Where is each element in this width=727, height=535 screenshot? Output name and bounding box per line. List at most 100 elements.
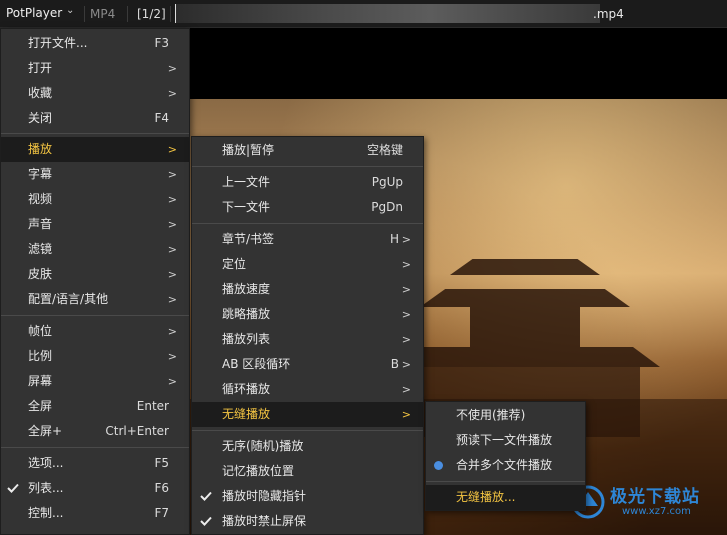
menu-item-label: 收藏 [28, 86, 53, 100]
app-menu-button[interactable]: PotPlayer [6, 6, 62, 20]
main-menu-item-18[interactable]: 控制... F7 [1, 501, 189, 526]
play-menu-item-9[interactable]: 循环播放 > [192, 377, 423, 402]
menu-item-shortcut: F3 [154, 36, 169, 50]
main-menu-item-11[interactable]: 帧位 > [1, 319, 189, 344]
menu-item-label: 定位 [222, 257, 247, 271]
main-menu-item-0[interactable]: 打开文件... F3 [1, 31, 189, 56]
play-menu-item-3[interactable]: 章节/书签 H > [192, 227, 423, 252]
menu-item-label: 皮肤 [28, 267, 53, 281]
menu-separator [1, 447, 189, 448]
menu-separator [1, 133, 189, 134]
watermark-url: www.xz7.com [622, 506, 691, 517]
main-menu-item-13[interactable]: 屏幕 > [1, 369, 189, 394]
submenu-arrow-icon: > [167, 325, 177, 338]
main-menu-item-7[interactable]: 声音 > [1, 212, 189, 237]
submenu-arrow-icon: > [167, 243, 177, 256]
submenu-arrow-icon: > [167, 293, 177, 306]
submenu-arrow-icon: > [167, 62, 177, 75]
menu-item-label: 关闭 [28, 111, 53, 125]
menu-item-label: 选项... [28, 456, 64, 470]
main-menu-item-17[interactable]: 列表... F6 [1, 476, 189, 501]
playlist-position: [1/2] [137, 7, 166, 21]
play-menu-item-13[interactable]: 播放时隐藏指针 [192, 484, 423, 509]
menu-item-shortcut: F4 [154, 111, 169, 125]
submenu-arrow-icon: > [167, 193, 177, 206]
submenu-arrow-icon: > [167, 350, 177, 363]
play-menu-item-6[interactable]: 跳略播放 > [192, 302, 423, 327]
submenu-arrow-icon: > [401, 283, 411, 296]
play-menu-item-0[interactable]: 播放|暂停 空格键 [192, 138, 423, 163]
menu-item-label: 列表... [28, 481, 64, 495]
menu-item-label: 播放时隐藏指针 [222, 489, 307, 503]
play-menu-item-14[interactable]: 播放时禁止屏保 [192, 509, 423, 534]
menu-item-label: 合并多个文件播放 [456, 458, 553, 472]
submenu-arrow-icon: > [167, 375, 177, 388]
menu-item-label: 下一文件 [222, 200, 271, 214]
seamless-menu-item-1[interactable]: 预读下一文件播放 [426, 428, 585, 453]
play-menu-item-10[interactable]: 无缝播放 > [192, 402, 423, 427]
menu-item-label: 帧位 [28, 324, 53, 338]
menu-item-label: 打开 [28, 61, 53, 75]
play-menu-item-8[interactable]: AB 区段循环 B > [192, 352, 423, 377]
main-menu-item-3[interactable]: 关闭 F4 [1, 106, 189, 131]
menu-item-label: AB 区段循环 [222, 357, 291, 371]
submenu-arrow-icon: > [167, 87, 177, 100]
play-menu-item-12[interactable]: 记忆播放位置 [192, 459, 423, 484]
seamless-menu-item-0[interactable]: 不使用(推荐) [426, 403, 585, 428]
play-menu-item-1[interactable]: 上一文件 PgUp [192, 170, 423, 195]
main-menu-item-4[interactable]: 播放 > [1, 137, 189, 162]
menu-item-label: 无序(随机)播放 [222, 439, 304, 453]
seamless-menu-item-2[interactable]: 合并多个文件播放 [426, 453, 585, 478]
main-menu-item-12[interactable]: 比例 > [1, 344, 189, 369]
main-menu-item-6[interactable]: 视频 > [1, 187, 189, 212]
main-menu-item-8[interactable]: 滤镜 > [1, 237, 189, 262]
menu-item-shortcut: Enter [136, 399, 169, 413]
main-menu-item-15[interactable]: 全屏+ Ctrl+Enter [1, 419, 189, 444]
menu-item-label: 视频 [28, 192, 53, 206]
submenu-arrow-icon: > [401, 383, 411, 396]
menu-item-shortcut: 空格键 [366, 143, 403, 157]
main-context-menu: 打开文件... F3 打开 > 收藏 > 关闭 F4 播放 > 字幕 > 视频 > 声音 > 滤镜 > 皮肤 > 配置/… [0, 28, 190, 535]
menu-item-label: 预读下一文件播放 [456, 433, 553, 447]
title-cursor [175, 4, 176, 23]
main-menu-item-9[interactable]: 皮肤 > [1, 262, 189, 287]
play-menu-item-4[interactable]: 定位 > [192, 252, 423, 277]
menu-item-label: 播放列表 [222, 332, 271, 346]
menu-separator [1, 315, 189, 316]
submenu-arrow-icon: > [401, 358, 411, 371]
main-menu-item-10[interactable]: 配置/语言/其他 > [1, 287, 189, 312]
play-submenu: 播放|暂停 空格键 上一文件 PgUp 下一文件 PgDn 章节/书签 H > 定位 > 播放速度 > 跳… [191, 136, 424, 535]
menu-item-shortcut: F5 [154, 456, 169, 470]
title-bar: PotPlayer ⌄ MP4 [1/2] .mp4 [0, 0, 727, 28]
play-menu-item-7[interactable]: 播放列表 > [192, 327, 423, 352]
menu-item-label: 屏幕 [28, 374, 53, 388]
menu-item-label: 记忆播放位置 [222, 464, 295, 478]
menu-item-label: 打开文件... [28, 36, 88, 50]
play-menu-item-2[interactable]: 下一文件 PgDn [192, 195, 423, 220]
menu-item-label: 跳略播放 [222, 307, 271, 321]
menu-item-label: 章节/书签 [222, 232, 275, 246]
file-name-redacted [176, 4, 600, 23]
main-menu-item-16[interactable]: 选项... F5 [1, 451, 189, 476]
menu-item-label: 不使用(推荐) [456, 408, 526, 422]
menu-item-label: 字幕 [28, 167, 53, 181]
main-menu-item-14[interactable]: 全屏 Enter [1, 394, 189, 419]
menu-item-shortcut: H [389, 232, 399, 246]
submenu-arrow-icon: > [401, 258, 411, 271]
main-menu-item-2[interactable]: 收藏 > [1, 81, 189, 106]
menu-item-label: 无缝播放... [456, 490, 516, 504]
watermark-text: 极光下载站 [610, 487, 700, 507]
format-label: MP4 [90, 7, 116, 21]
submenu-arrow-icon: > [401, 408, 411, 421]
play-menu-item-5[interactable]: 播放速度 > [192, 277, 423, 302]
menu-item-label: 无缝播放 [222, 407, 271, 421]
play-menu-item-11[interactable]: 无序(随机)播放 [192, 434, 423, 459]
chevron-down-icon[interactable]: ⌄ [66, 5, 74, 16]
seamless-menu-item-3[interactable]: 无缝播放... [426, 485, 585, 510]
menu-item-label: 上一文件 [222, 175, 271, 189]
menu-item-label: 循环播放 [222, 382, 271, 396]
menu-item-shortcut: F7 [154, 506, 169, 520]
main-menu-item-5[interactable]: 字幕 > [1, 162, 189, 187]
submenu-arrow-icon: > [401, 308, 411, 321]
main-menu-item-1[interactable]: 打开 > [1, 56, 189, 81]
